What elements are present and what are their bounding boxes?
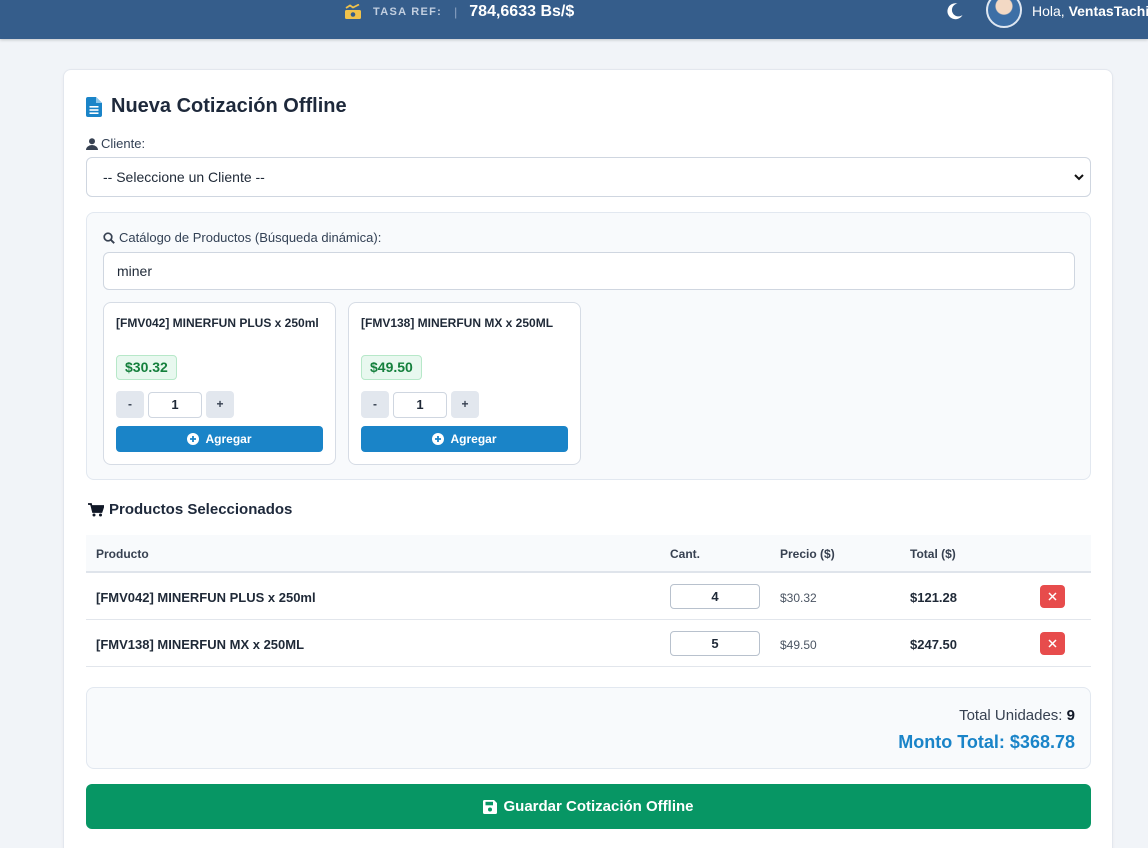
client-label: Cliente:: [86, 136, 145, 151]
client-select-value: -- Seleccione un Cliente --: [103, 169, 265, 185]
column-header-qty: Cant.: [670, 547, 700, 561]
remove-item-button[interactable]: [1040, 632, 1065, 655]
quantity-stepper: - 1 +: [361, 391, 479, 418]
row-product: [FMV042] MINERFUN PLUS x 250ml: [96, 590, 316, 605]
add-product-button[interactable]: Agregar: [361, 426, 568, 452]
product-price: $49.50: [361, 355, 422, 380]
increment-button[interactable]: +: [206, 391, 234, 418]
total-amount: Monto Total: $368.78: [898, 732, 1075, 753]
totals-summary: Total Unidades: 9 Monto Total: $368.78: [86, 687, 1091, 769]
exchange-rate: TASA REF: | 784,6633 Bs/$: [344, 0, 574, 24]
rate-separator: |: [454, 5, 458, 19]
row-total: $247.50: [910, 637, 957, 652]
page-title: Nueva Cotización Offline: [86, 95, 347, 118]
product-catalog: Catálogo de Productos (Búsqueda dinámica…: [86, 212, 1091, 480]
row-total: $121.28: [910, 590, 957, 605]
table-header: Producto Cant. Precio ($) Total ($): [86, 535, 1091, 573]
search-icon: [103, 231, 115, 244]
total-amount-value: $368.78: [1009, 732, 1075, 752]
product-name: [FMV138] MINERFUN MX x 250ML: [361, 316, 554, 330]
row-qty-input[interactable]: 5: [670, 631, 760, 656]
greeting-text: Hola,: [1032, 3, 1065, 19]
remove-item-button[interactable]: [1040, 585, 1065, 608]
table-row: [FMV138] MINERFUN MX x 250ML 5 $49.50 $2…: [86, 620, 1091, 667]
add-product-button[interactable]: Agregar: [116, 426, 323, 452]
rate-value: 784,6633 Bs/$: [469, 3, 575, 20]
quantity-input[interactable]: 1: [148, 391, 202, 418]
product-card: [FMV042] MINERFUN PLUS x 250ml $30.32 - …: [103, 302, 336, 465]
quantity-input[interactable]: 1: [393, 391, 447, 418]
avatar[interactable]: [986, 0, 1022, 28]
column-header-product: Producto: [96, 547, 149, 561]
top-navbar: TASA REF: | 784,6633 Bs/$ Hola, VentasTa…: [0, 0, 1148, 39]
plus-circle-icon: [187, 433, 200, 445]
save-quote-label: Guardar Cotización Offline: [503, 798, 694, 815]
product-search-input[interactable]: miner: [103, 252, 1075, 290]
client-select[interactable]: -- Seleccione un Cliente --: [86, 157, 1091, 197]
close-icon: [1048, 639, 1057, 648]
table-row: [FMV042] MINERFUN PLUS x 250ml 4 $30.32 …: [86, 573, 1091, 620]
user-icon: [86, 137, 98, 150]
chevron-down-icon: [1074, 174, 1084, 181]
add-product-label: Agregar: [450, 432, 497, 446]
total-amount-label: Monto Total:: [898, 732, 1005, 752]
add-product-label: Agregar: [205, 432, 252, 446]
cart-icon: [88, 502, 104, 516]
close-icon: [1048, 592, 1057, 601]
save-quote-button[interactable]: Guardar Cotización Offline: [86, 784, 1091, 829]
total-units-value: 9: [1066, 707, 1075, 724]
row-product: [FMV138] MINERFUN MX x 250ML: [96, 637, 305, 652]
decrement-button[interactable]: -: [116, 391, 144, 418]
plus-circle-icon: [432, 433, 445, 445]
selected-products-title: Productos Seleccionados: [88, 501, 292, 518]
product-card: [FMV138] MINERFUN MX x 250ML $49.50 - 1 …: [348, 302, 581, 465]
catalog-label: Catálogo de Productos (Búsqueda dinámica…: [103, 230, 381, 245]
moon-icon[interactable]: [945, 1, 965, 21]
total-units: Total Unidades: 9: [959, 707, 1075, 724]
column-header-total: Total ($): [910, 547, 956, 561]
row-price: $30.32: [780, 591, 817, 605]
money-chart-icon: [345, 4, 361, 19]
rate-label: TASA REF:: [373, 6, 443, 18]
document-icon: [86, 96, 102, 117]
username: VentasTachira: [1068, 3, 1148, 19]
quote-card: Nueva Cotización Offline Cliente: -- Sel…: [63, 69, 1113, 848]
product-price: $30.32: [116, 355, 177, 380]
page-title-text: Nueva Cotización Offline: [111, 95, 347, 117]
decrement-button[interactable]: -: [361, 391, 389, 418]
catalog-label-text: Catálogo de Productos (Búsqueda dinámica…: [119, 230, 382, 245]
quantity-stepper: - 1 +: [116, 391, 234, 418]
client-label-text: Cliente:: [101, 136, 146, 151]
row-price: $49.50: [780, 638, 817, 652]
selected-products-table: Producto Cant. Precio ($) Total ($) [FMV…: [86, 535, 1091, 667]
row-qty-input[interactable]: 4: [670, 584, 760, 609]
selected-products-title-text: Productos Seleccionados: [109, 501, 293, 518]
save-icon: [483, 799, 498, 814]
increment-button[interactable]: +: [451, 391, 479, 418]
total-units-label: Total Unidades:: [959, 707, 1063, 724]
product-name: [FMV042] MINERFUN PLUS x 250ml: [116, 316, 319, 330]
user-greeting[interactable]: Hola, VentasTachira: [1032, 3, 1148, 19]
column-header-price: Precio ($): [780, 547, 835, 561]
